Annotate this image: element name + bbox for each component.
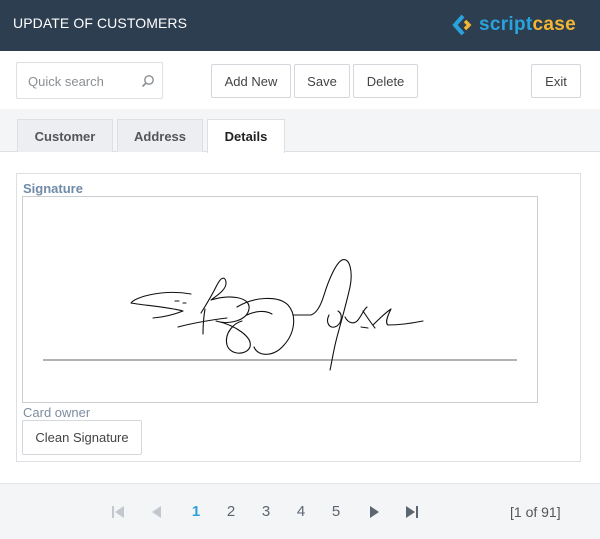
save-button[interactable]: Save bbox=[294, 64, 350, 98]
first-page-icon[interactable] bbox=[110, 504, 126, 520]
previous-page-icon[interactable] bbox=[148, 504, 164, 520]
search-icon[interactable] bbox=[141, 74, 155, 88]
toolbar: Add New Save Delete Exit bbox=[0, 51, 600, 109]
signature-strokes bbox=[130, 259, 424, 371]
delete-button[interactable]: Delete bbox=[353, 64, 418, 98]
app-header: UPDATE OF CUSTOMERS scriptcase bbox=[0, 0, 600, 51]
page-4[interactable]: 4 bbox=[292, 503, 310, 520]
clean-signature-button[interactable]: Clean Signature bbox=[22, 420, 142, 455]
exit-button[interactable]: Exit bbox=[531, 64, 581, 98]
page-5[interactable]: 5 bbox=[327, 503, 345, 520]
page-1[interactable]: 1 bbox=[187, 503, 205, 520]
pagination-bar: 1 2 3 4 5 [1 of 91] bbox=[0, 483, 600, 539]
signature-pad[interactable] bbox=[22, 196, 538, 403]
page-2[interactable]: 2 bbox=[222, 503, 240, 520]
last-page-icon[interactable] bbox=[404, 504, 420, 520]
record-count: [1 of 91] bbox=[510, 504, 561, 520]
tab-address[interactable]: Address bbox=[117, 119, 203, 152]
tab-details[interactable]: Details bbox=[207, 119, 285, 153]
quick-search-box[interactable] bbox=[16, 62, 163, 99]
page-title: UPDATE OF CUSTOMERS bbox=[13, 15, 188, 31]
next-page-icon[interactable] bbox=[367, 504, 383, 520]
card-owner-label: Card owner bbox=[23, 405, 91, 420]
scriptcase-logo: scriptcase bbox=[452, 12, 576, 38]
details-panel: Signature Card owner Clean Signature bbox=[16, 173, 581, 462]
signature-label: Signature bbox=[23, 181, 83, 196]
logo-text: scriptcase bbox=[479, 14, 577, 35]
quick-search-input[interactable] bbox=[28, 73, 133, 89]
scriptcase-chevron-icon bbox=[452, 13, 474, 37]
tab-bar: Customer Address Details bbox=[0, 109, 600, 153]
page-3[interactable]: 3 bbox=[257, 503, 275, 520]
signature-drawing bbox=[43, 259, 517, 371]
tab-customer[interactable]: Customer bbox=[17, 119, 113, 152]
add-new-button[interactable]: Add New bbox=[211, 64, 291, 98]
